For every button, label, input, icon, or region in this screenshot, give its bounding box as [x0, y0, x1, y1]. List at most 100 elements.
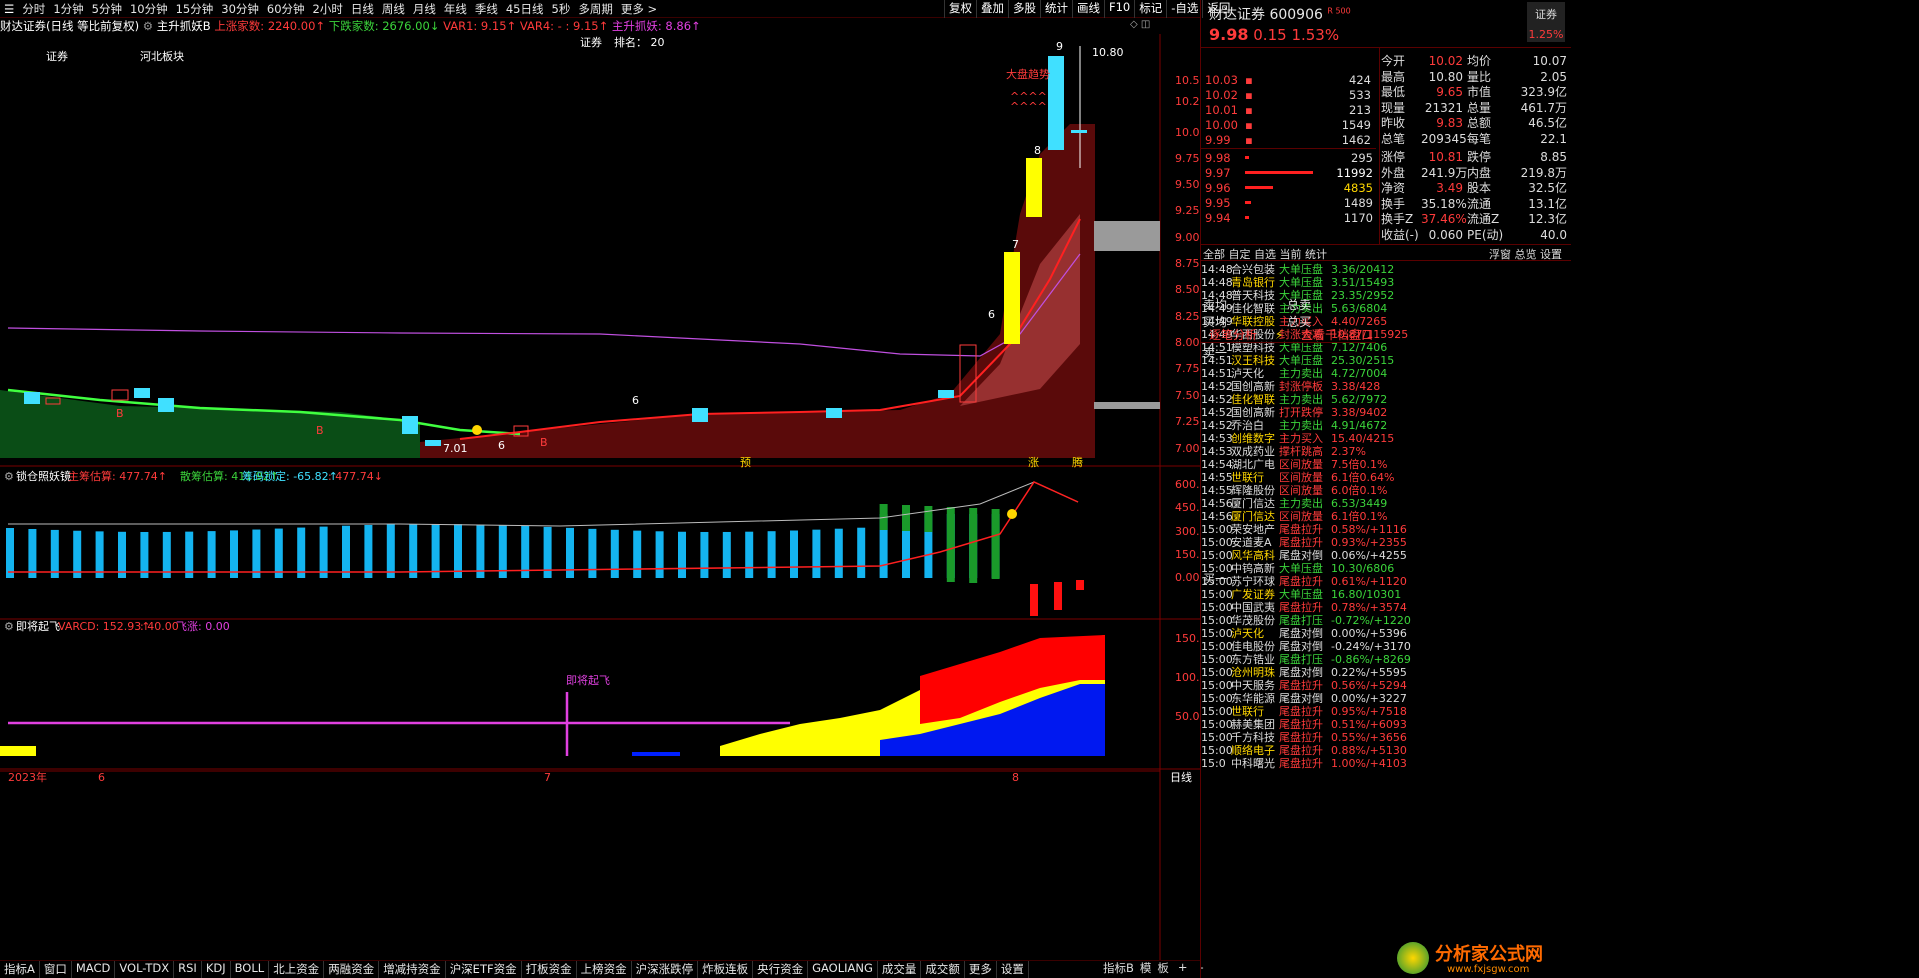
indicator-tab[interactable]: 指标A: [0, 961, 40, 978]
alert-row[interactable]: 15:00泸天化 尾盘对倒 0.00%/+5396: [1201, 627, 1571, 640]
period-tab[interactable]: 周线: [378, 1, 409, 17]
alert-row[interactable]: 14:55世联行 区间放量 6.1倍0.64%: [1201, 471, 1571, 484]
alert-row[interactable]: 14:53双成药业 撑杆跳高 2.37%: [1201, 445, 1571, 458]
bid-row[interactable]: 9.96 4835: [1203, 180, 1375, 195]
alert-row[interactable]: 14:51汉王科技 大单压盘 25.30/2515: [1201, 354, 1571, 367]
alert-row[interactable]: 14:51泸天化 主力卖出 4.72/7004: [1201, 367, 1571, 380]
indicator-tab[interactable]: 更多: [965, 961, 997, 978]
period-tab[interactable]: 60分钟: [263, 1, 309, 17]
alert-row[interactable]: 14:56厦门信达 区间放量 6.1倍0.1%: [1201, 510, 1571, 523]
alert-row[interactable]: 14:52国创高新 封涨停板 3.38/428: [1201, 380, 1571, 393]
indicator-tab[interactable]: 成交额: [921, 961, 965, 978]
toolbar-button[interactable]: -自选: [1166, 0, 1202, 18]
settings-icon[interactable]: ⚙: [143, 19, 153, 33]
period-tab[interactable]: 45日线: [502, 1, 548, 17]
menu-icon[interactable]: ☰: [0, 2, 18, 16]
indicator-name[interactable]: 锁仓照妖镜: [16, 469, 71, 483]
sector-button[interactable]: 证券 1.25%: [1527, 2, 1565, 42]
indicator-tab[interactable]: GAOLIANG: [808, 961, 878, 978]
indicator-tab[interactable]: VOL-TDX: [115, 961, 175, 978]
toolbar-button[interactable]: 多股: [1008, 0, 1040, 18]
toolbar-button[interactable]: F10: [1104, 0, 1134, 18]
ask-row[interactable]: 10.01 ▪ 213: [1203, 102, 1373, 117]
alert-row[interactable]: 15:0 中科曙光 尾盘拉升 1.00%/+4103: [1201, 757, 1571, 770]
tab-timeshare[interactable]: 分时: [18, 1, 49, 17]
period-tab[interactable]: 15分钟: [172, 1, 218, 17]
ask-row[interactable]: 10.02 ▪ 533: [1203, 87, 1373, 102]
indicator-tab[interactable]: 窗口: [40, 961, 72, 978]
period-tab[interactable]: 1分钟: [49, 1, 87, 17]
alert-row[interactable]: 15:00赫美集团 尾盘拉升 0.51%/+6093: [1201, 718, 1571, 731]
alert-row[interactable]: 15:00东华能源 尾盘对倒 0.00%/+3227: [1201, 692, 1571, 705]
alert-row[interactable]: 14:55辉隆股份 区间放量 6.0倍0.1%: [1201, 484, 1571, 497]
alert-row[interactable]: 15:00荣安地产 尾盘拉升 0.58%/+1116: [1201, 523, 1571, 536]
indicator-tab[interactable]: 沪深涨跌停: [632, 961, 699, 978]
indicator-tab[interactable]: 上榜资金: [577, 961, 632, 978]
depth-link[interactable]: 查看千档盘口: [1301, 328, 1373, 342]
alert-row[interactable]: 15:00广发证券 大单压盘 16.80/10301: [1201, 588, 1571, 601]
alert-row[interactable]: 15:00东方锆业 尾盘打压 -0.86%/+8269: [1201, 653, 1571, 666]
alert-row[interactable]: 15:00顺络电子 尾盘拉升 0.88%/+5130: [1201, 744, 1571, 757]
alert-row[interactable]: 14:56厦门信达 主力卖出 6.53/3449: [1201, 497, 1571, 510]
alert-row[interactable]: 15:00中天服务 尾盘拉升 0.56%/+5294: [1201, 679, 1571, 692]
indicator-tab[interactable]: 两融资金: [324, 961, 380, 978]
indicator-tab[interactable]: 增减持资金: [379, 961, 446, 978]
indicator-tab[interactable]: 央行资金: [753, 961, 809, 978]
alert-row[interactable]: 15:00沧州明珠 尾盘对倒 0.22%/+5595: [1201, 666, 1571, 679]
bid-row[interactable]: 9.98 295: [1203, 150, 1375, 165]
indicator-tab[interactable]: 沪深ETF资金: [446, 961, 522, 978]
indicator-tab[interactable]: 炸板连板: [698, 961, 754, 978]
period-tab[interactable]: 日线: [347, 1, 378, 17]
alert-row[interactable]: 15:00中钨高新 大单压盘 10.30/6806: [1201, 562, 1571, 575]
alert-row[interactable]: 14:52乔治白 主力卖出 4.91/4672: [1201, 419, 1571, 432]
tick-analysis-link[interactable]: 逐笔分析: [1209, 328, 1257, 342]
ask-row[interactable]: 9.99 ▪ 1462: [1203, 132, 1373, 147]
period-tab[interactable]: 2小时: [309, 1, 347, 17]
alert-row[interactable]: 15:00安道麦A 尾盘拉升 0.93%/+2355: [1201, 536, 1571, 549]
alert-row[interactable]: 15:00佳电股份 尾盘对倒 -0.24%/+3170: [1201, 640, 1571, 653]
indicator-name[interactable]: 主升抓妖B: [157, 19, 211, 33]
indicator-tab[interactable]: RSI: [174, 961, 202, 978]
indicator-tab[interactable]: 成交量: [878, 961, 922, 978]
alert-row[interactable]: 14:52佳化智联 主力卖出 5.62/7972: [1201, 393, 1571, 406]
alert-row[interactable]: 14:48合兴包装 大单压盘 3.36/20412: [1201, 263, 1571, 276]
period-tab[interactable]: 10分钟: [126, 1, 172, 17]
period-tab[interactable]: 5分钟: [88, 1, 126, 17]
alert-row[interactable]: 14:54湖北广电 区间放量 7.5倍0.1%: [1201, 458, 1571, 471]
indicator-tab[interactable]: 打板资金: [522, 961, 577, 978]
indicator-tab[interactable]: 指标B: [1100, 960, 1137, 978]
period-tab[interactable]: 30分钟: [217, 1, 263, 17]
indicator-name[interactable]: 即将起飞: [16, 620, 60, 633]
alert-row[interactable]: 15:00苏宁环球 尾盘拉升 0.61%/+1120: [1201, 575, 1571, 588]
mode-button[interactable]: 模: [1137, 960, 1155, 978]
bid-row[interactable]: 9.97 11992: [1203, 165, 1375, 180]
alert-row[interactable]: 14:53创维数字 主力买入 15.40/4215: [1201, 432, 1571, 445]
bid-row[interactable]: 9.95 1489: [1203, 195, 1375, 210]
period-tab[interactable]: 更多 >: [617, 1, 661, 17]
indicator-tab[interactable]: 设置: [997, 961, 1029, 978]
alert-row[interactable]: 15:00风华高科 尾盘对倒 0.06%/+4255: [1201, 549, 1571, 562]
zoom-in-button[interactable]: +: [1172, 960, 1194, 978]
market-alert-list[interactable]: 14:48合兴包装 大单压盘 3.36/20412 14:48青岛银行 大单压盘 3.51…: [1201, 263, 1571, 960]
alert-row[interactable]: 15:00中国武夷 尾盘拉升 0.78%/+3574: [1201, 601, 1571, 614]
toolbar-button[interactable]: 叠加: [976, 0, 1008, 18]
window-controls[interactable]: ◇ ◫: [1130, 19, 1150, 30]
kline-chart-area[interactable]: 10.50 10.25 10.00 9.75 9.50 9.25 9.00 8.…: [0, 34, 1200, 960]
period-tab[interactable]: 季线: [471, 1, 502, 17]
indicator-tab[interactable]: 北上资金: [269, 961, 325, 978]
settings-icon[interactable]: ⚙: [4, 470, 14, 483]
ask-row[interactable]: 10.00 ▪ 1549: [1203, 117, 1373, 132]
period-button[interactable]: 日线: [1170, 770, 1192, 784]
alert-row[interactable]: 15:00华茂股份 尾盘打压 -0.72%/+1220: [1201, 614, 1571, 627]
alert-row[interactable]: 14:52国创高新 打开跌停 3.38/9402: [1201, 406, 1571, 419]
toolbar-button[interactable]: 画线: [1072, 0, 1104, 18]
bid-row[interactable]: 9.94 1170: [1203, 210, 1375, 225]
indicator-tab[interactable]: KDJ: [202, 961, 231, 978]
alert-row[interactable]: 14:48青岛银行 大单压盘 3.51/15493: [1201, 276, 1571, 289]
period-tab[interactable]: 月线: [409, 1, 440, 17]
mode-button[interactable]: 板: [1154, 960, 1172, 978]
period-tab[interactable]: 多周期: [574, 1, 617, 17]
settings-icon[interactable]: ⚙: [4, 620, 14, 633]
alert-row[interactable]: 15:00世联行 尾盘拉升 0.95%/+7518: [1201, 705, 1571, 718]
period-tab[interactable]: 年线: [440, 1, 471, 17]
